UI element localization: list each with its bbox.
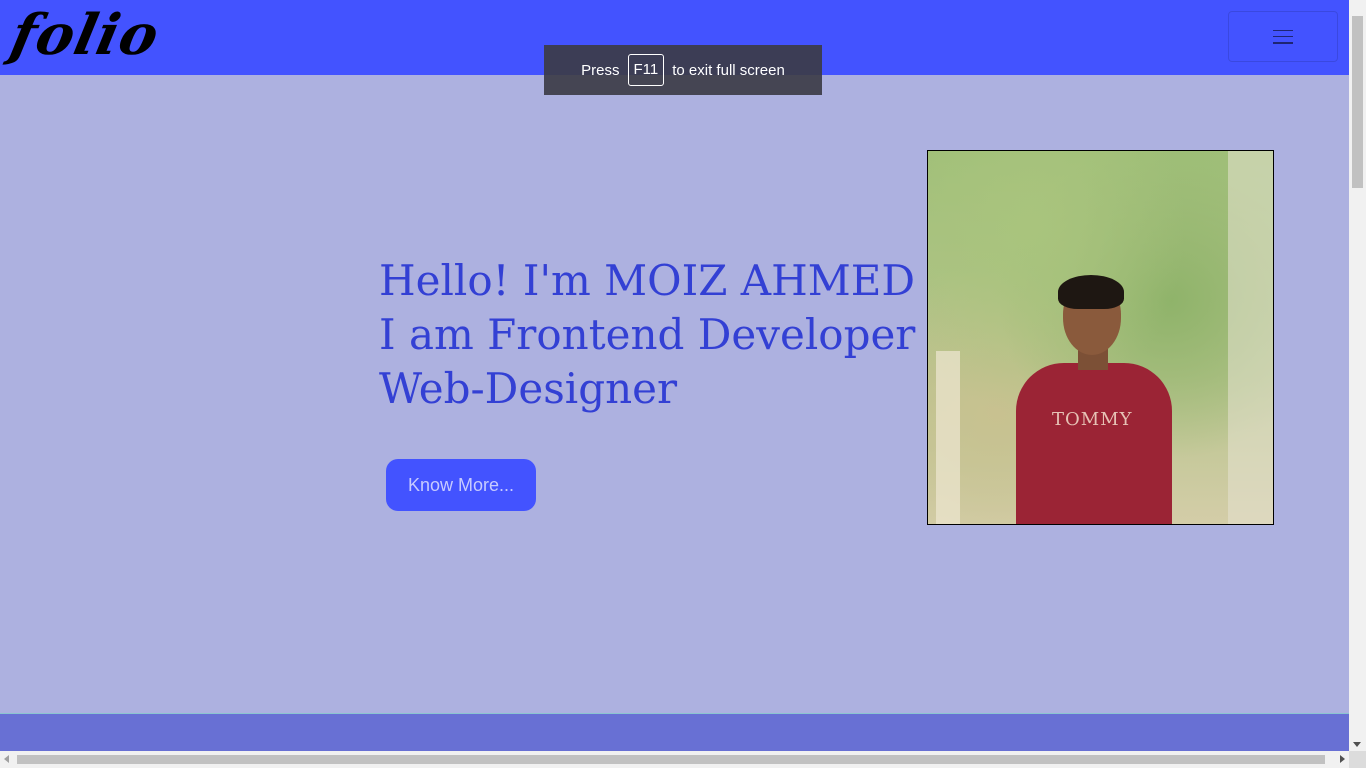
scroll-down-arrow-icon[interactable] (1353, 742, 1361, 747)
horizontal-scrollbar[interactable] (0, 751, 1349, 768)
fullscreen-exit-notice: Press F11 to exit full screen (544, 45, 822, 95)
horizontal-scroll-thumb[interactable] (17, 755, 1325, 764)
hero-heading: Hello! I'm MOIZ AHMED I am Frontend Deve… (379, 254, 967, 416)
menu-toggle-button[interactable] (1228, 11, 1338, 62)
hero-line-role-continued: Web-Designer (379, 364, 678, 413)
f11-key-badge: F11 (627, 54, 665, 86)
vertical-scroll-thumb[interactable] (1352, 16, 1363, 188)
hamburger-menu-icon (1273, 29, 1293, 44)
toast-suffix: to exit full screen (672, 61, 785, 79)
person-hoodie (1016, 363, 1172, 524)
hoodie-text: TOMMY (1052, 409, 1133, 430)
hero-line-role: I am Frontend Developer & (379, 310, 967, 359)
scrollbar-corner (1349, 751, 1366, 768)
vertical-scrollbar[interactable] (1349, 0, 1366, 751)
hero-line-greeting: Hello! I'm MOIZ AHMED (379, 256, 916, 305)
profile-photo: TOMMY (927, 150, 1274, 525)
scroll-left-arrow-icon[interactable] (4, 755, 9, 763)
toast-prefix: Press (581, 61, 620, 79)
next-section-strip (0, 713, 1349, 751)
scroll-right-arrow-icon[interactable] (1340, 755, 1345, 763)
site-logo[interactable]: folio (5, 2, 165, 68)
know-more-button[interactable]: Know More... (386, 459, 536, 511)
